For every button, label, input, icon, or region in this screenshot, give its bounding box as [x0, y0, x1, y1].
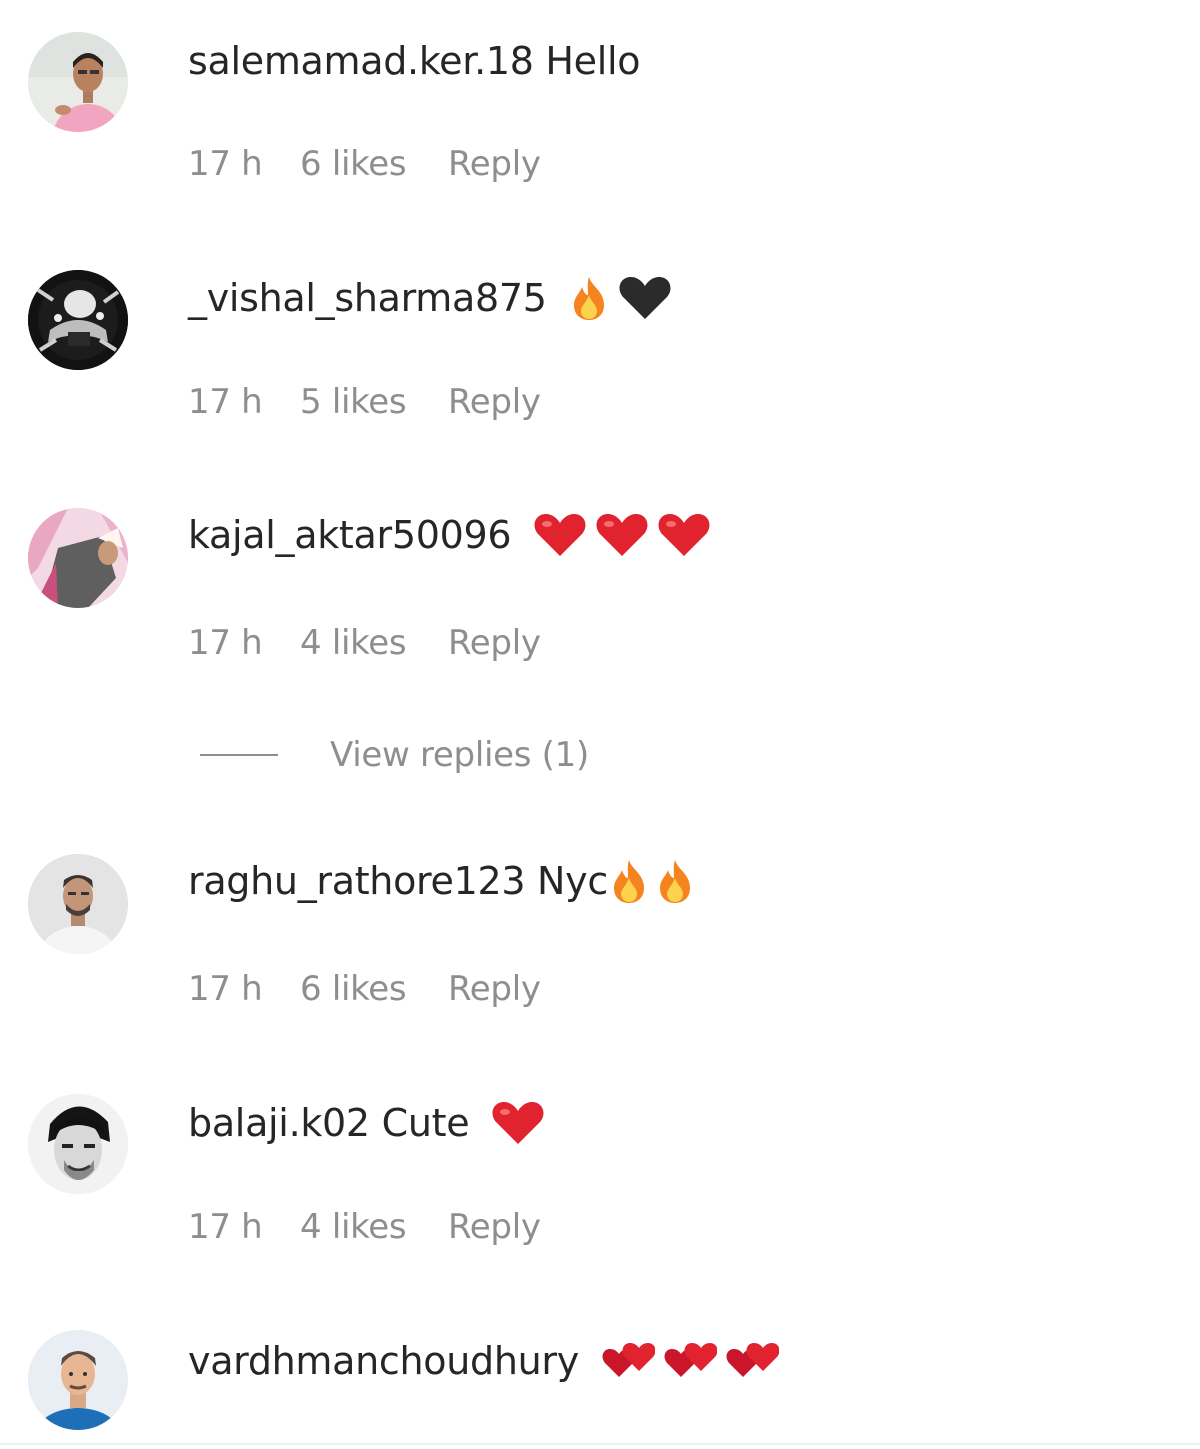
comment-likes[interactable]: 6 likes	[300, 969, 448, 1009]
reply-button[interactable]: Reply	[448, 623, 541, 663]
comment-text: Nyc	[537, 859, 608, 903]
two-hearts-icon	[725, 1341, 779, 1381]
fire-icon	[654, 858, 696, 904]
comment-time[interactable]: 17 h	[188, 144, 300, 184]
comment-emojis	[533, 512, 711, 558]
avatar-man-light-icon	[28, 854, 128, 954]
comment-time[interactable]: 17 h	[188, 623, 300, 663]
red-heart-icon	[533, 512, 587, 558]
comment-username[interactable]: salemamad.ker.18	[188, 39, 534, 83]
avatar[interactable]	[28, 1094, 128, 1194]
comment-text: Cute	[381, 1101, 470, 1145]
avatar-man-bw-icon	[28, 1094, 128, 1194]
avatar-man-blue-bg-icon	[28, 1330, 128, 1430]
two-hearts-icon	[663, 1341, 717, 1381]
reply-button[interactable]: Reply	[448, 1207, 541, 1247]
comment-likes[interactable]: 5 likes	[300, 382, 448, 422]
comment-username[interactable]: kajal_aktar50096	[188, 513, 512, 557]
black-heart-icon	[618, 275, 672, 321]
reply-button[interactable]: Reply	[448, 382, 541, 422]
reply-button[interactable]: Reply	[448, 144, 541, 184]
avatar-dark-bw-icon	[28, 270, 128, 370]
avatar[interactable]	[28, 32, 128, 132]
avatar[interactable]	[28, 508, 128, 608]
comment-emojis	[601, 1341, 779, 1381]
avatar[interactable]	[28, 1330, 128, 1430]
view-replies-label: View replies (1)	[330, 735, 589, 775]
divider	[0, 1443, 1200, 1445]
view-replies-button[interactable]: View replies (1)	[200, 733, 589, 777]
comment-time[interactable]: 17 h	[188, 1207, 300, 1247]
comment-emojis	[568, 275, 672, 321]
red-heart-icon	[595, 512, 649, 558]
comment-time[interactable]: 17 h	[188, 382, 300, 422]
comment-emojis	[491, 1100, 545, 1146]
two-hearts-icon	[601, 1341, 655, 1381]
red-heart-icon	[657, 512, 711, 558]
comment-likes[interactable]: 4 likes	[300, 623, 448, 663]
avatar[interactable]	[28, 270, 128, 370]
red-heart-icon	[491, 1100, 545, 1146]
comment-username[interactable]: balaji.k02	[188, 1101, 370, 1145]
view-replies-divider	[200, 754, 278, 756]
fire-icon	[568, 275, 610, 321]
fire-icon	[608, 858, 650, 904]
comment-likes[interactable]: 4 likes	[300, 1207, 448, 1247]
comment-time[interactable]: 17 h	[188, 969, 300, 1009]
comment-likes[interactable]: 6 likes	[300, 144, 448, 184]
comment-username[interactable]: raghu_rathore123	[188, 859, 526, 903]
comment-username[interactable]: _vishal_sharma875	[188, 276, 547, 320]
avatar-man-pink-shirt-icon	[28, 32, 128, 132]
comment-emojis	[608, 858, 696, 904]
reply-button[interactable]: Reply	[448, 969, 541, 1009]
avatar[interactable]	[28, 854, 128, 954]
avatar-pink-fabric-icon	[28, 508, 128, 608]
comment-text: Hello	[545, 39, 641, 83]
comment-username[interactable]: vardhmanchoudhury	[188, 1339, 579, 1383]
